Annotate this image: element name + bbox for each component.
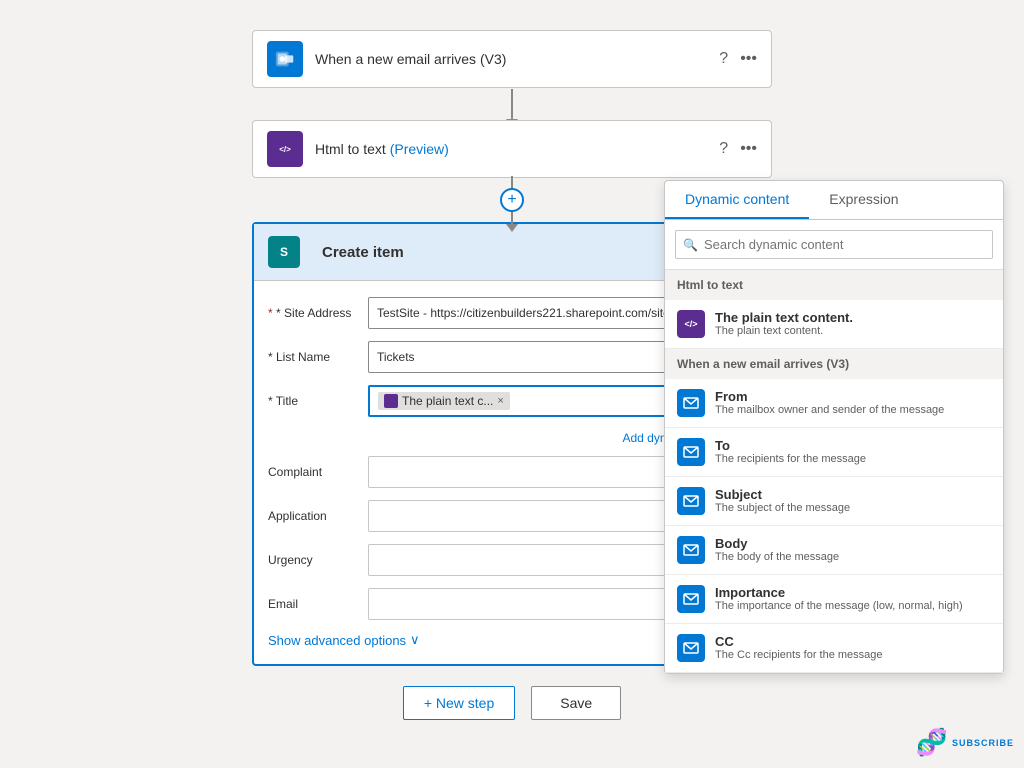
step-email[interactable]: When a new email arrives (V3) ? ••• xyxy=(252,30,772,88)
urgency-label: Urgency xyxy=(268,553,368,567)
tab-dynamic-content[interactable]: Dynamic content xyxy=(665,181,809,219)
panel-tabs: Dynamic content Expression xyxy=(665,181,1003,220)
panel-search xyxy=(665,220,1003,270)
body-desc: The body of the message xyxy=(715,551,839,563)
dynamic-item-plaintext[interactable]: </> The plain text content. The plain te… xyxy=(665,300,1003,349)
tag-icon xyxy=(384,394,398,408)
subject-icon xyxy=(677,487,705,515)
body-title: Body xyxy=(715,536,839,551)
tag-close-button[interactable]: × xyxy=(497,395,503,407)
connector-1 xyxy=(30,88,994,120)
html-to-text-section: Html to text xyxy=(665,270,1003,300)
step-html-actions: ? ••• xyxy=(719,140,757,158)
dynamic-item-body[interactable]: Body The body of the message xyxy=(665,526,1003,575)
cc-desc: The Cc recipients for the message xyxy=(715,649,883,661)
bottom-actions: + New step Save xyxy=(30,686,994,720)
from-icon xyxy=(677,389,705,417)
dynamic-item-from[interactable]: From The mailbox owner and sender of the… xyxy=(665,379,1003,428)
subscribe-text: SUBSCRIBE xyxy=(952,738,1014,748)
subscribe-badge: 🧬 SUBSCRIBE xyxy=(916,727,1014,758)
help-icon[interactable]: ? xyxy=(719,50,728,68)
from-title: From xyxy=(715,389,944,404)
step-html-title: Html to text (Preview) xyxy=(315,141,719,157)
chevron-down-icon: ∨ xyxy=(410,632,420,648)
new-step-button[interactable]: + New step xyxy=(403,686,515,720)
main-canvas: When a new email arrives (V3) ? ••• </> … xyxy=(0,0,1024,768)
sharepoint-icon: S xyxy=(268,236,300,268)
search-wrap xyxy=(675,230,993,259)
site-address-label: * Site Address xyxy=(268,306,368,320)
help-icon-html[interactable]: ? xyxy=(719,140,728,158)
plaintext-title: The plain text content. xyxy=(715,310,853,325)
dynamic-panel: Dynamic content Expression Html to text … xyxy=(664,180,1004,674)
importance-desc: The importance of the message (low, norm… xyxy=(715,600,963,612)
importance-title: Importance xyxy=(715,585,963,600)
email-label: Email xyxy=(268,597,368,611)
list-name-label: * List Name xyxy=(268,350,368,364)
dna-icon: 🧬 xyxy=(916,727,948,758)
body-icon xyxy=(677,536,705,564)
subject-title: Subject xyxy=(715,487,850,502)
more-icon[interactable]: ••• xyxy=(740,50,757,68)
search-input[interactable] xyxy=(675,230,993,259)
add-step-button[interactable]: + xyxy=(500,188,524,212)
importance-icon xyxy=(677,585,705,613)
save-button[interactable]: Save xyxy=(531,686,621,720)
application-label: Application xyxy=(268,509,368,523)
email-section: When a new email arrives (V3) xyxy=(665,349,1003,379)
step-html[interactable]: </> Html to text (Preview) ? ••• xyxy=(252,120,772,178)
from-desc: The mailbox owner and sender of the mess… xyxy=(715,404,944,416)
complaint-label: Complaint xyxy=(268,465,368,479)
cc-icon xyxy=(677,634,705,662)
more-icon-html[interactable]: ••• xyxy=(740,140,757,158)
to-title: To xyxy=(715,438,866,453)
html-to-text-icon: </> xyxy=(677,310,705,338)
dynamic-item-to[interactable]: To The recipients for the message xyxy=(665,428,1003,477)
cc-title: CC xyxy=(715,634,883,649)
step-email-actions: ? ••• xyxy=(719,50,757,68)
panel-content: Html to text </> The plain text content.… xyxy=(665,270,1003,673)
step-email-title: When a new email arrives (V3) xyxy=(315,51,719,67)
dynamic-item-importance[interactable]: Importance The importance of the message… xyxy=(665,575,1003,624)
to-desc: The recipients for the message xyxy=(715,453,866,465)
title-label: * Title xyxy=(268,394,368,408)
title-tag: The plain text c... × xyxy=(378,392,510,410)
create-item-title: Create item xyxy=(322,244,718,261)
subject-desc: The subject of the message xyxy=(715,502,850,514)
dynamic-item-cc[interactable]: CC The Cc recipients for the message xyxy=(665,624,1003,673)
outlook-icon xyxy=(267,41,303,77)
dynamic-item-subject[interactable]: Subject The subject of the message xyxy=(665,477,1003,526)
tab-expression[interactable]: Expression xyxy=(809,181,918,219)
html-icon: </> xyxy=(267,131,303,167)
to-icon xyxy=(677,438,705,466)
plaintext-desc: The plain text content. xyxy=(715,325,853,337)
